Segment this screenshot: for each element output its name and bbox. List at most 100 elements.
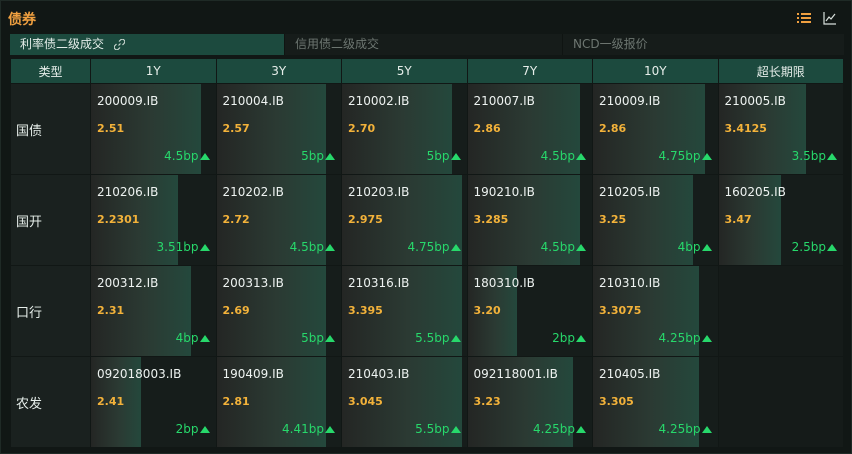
yield-change-value: 4.41bp: [282, 422, 324, 436]
yield-change: 4bp: [678, 240, 712, 254]
row-type-label: 口行: [11, 266, 90, 356]
tab-ncd-quote[interactable]: NCD一级报价: [563, 34, 844, 55]
yield-change: 4.25bp: [659, 422, 712, 436]
yield-change-value: 2.5bp: [791, 240, 826, 254]
up-arrow-icon: [701, 243, 712, 251]
yield-change-value: 4.25bp: [533, 422, 575, 436]
bond-cell[interactable]: 160205.IB 3.47 2.5bp: [718, 175, 843, 265]
row-type-label: 国开: [11, 175, 90, 265]
up-arrow-icon: [199, 152, 210, 160]
yield-change-value: 5.5bp: [415, 422, 450, 436]
bond-cell[interactable]: 210205.IB 3.25 4bp: [593, 175, 718, 265]
yield-change: 3.51bp: [157, 240, 210, 254]
bond-yield: 2.81: [222, 395, 250, 408]
bond-cell[interactable]: 210004.IB 2.57 5bp: [216, 84, 341, 174]
up-arrow-icon: [576, 334, 586, 342]
up-arrow-icon: [199, 334, 210, 342]
bond-code: 200313.IB: [222, 276, 284, 290]
yield-change: 4.5bp: [541, 240, 586, 254]
tab-credit-bond[interactable]: 信用债二级成交: [285, 34, 563, 55]
yield-change: 2.5bp: [792, 240, 837, 254]
tab-rate-bond[interactable]: 利率债二级成交: [10, 34, 285, 55]
bond-code: 210009.IB: [599, 94, 661, 108]
bond-cell[interactable]: 200313.IB 2.69 5bp: [216, 266, 341, 356]
bond-code: 210405.IB: [599, 367, 661, 381]
column-header: 超长期限: [718, 59, 843, 83]
up-arrow-icon: [701, 425, 712, 433]
up-arrow-icon: [827, 243, 837, 251]
table-header-row: 类型 1Y 3Y 5Y 7Y 10Y 超长期限: [11, 59, 843, 83]
bond-cell[interactable]: 200312.IB 2.31 4bp: [91, 266, 216, 356]
bond-yield: 2.70: [348, 122, 376, 135]
bond-yield: 3.305: [599, 395, 634, 408]
yield-change-value: 5bp: [301, 331, 324, 345]
up-arrow-icon: [325, 152, 335, 160]
bond-code: 210310.IB: [599, 276, 661, 290]
bond-cell[interactable]: 210203.IB 2.975 4.75bp: [342, 175, 467, 265]
column-header: 3Y: [216, 59, 341, 83]
bond-yield: 3.3075: [599, 304, 642, 317]
table-row: 农发 092018003.IB 2.41 2bp 190409.IB 2.81 4.41bp…: [11, 357, 843, 447]
up-arrow-icon: [576, 152, 586, 160]
table-row: 国开 210206.IB 2.2301 3.51bp 210202.IB 2.72 4.5b…: [11, 175, 843, 265]
bond-cell[interactable]: 210403.IB 3.045 5.5bp: [342, 357, 467, 447]
bond-panel: 债券 利率债二级成交 信用债二级成交 NCD一级报价 类型 1Y 3Y 5Y 7…: [0, 0, 852, 454]
bond-cell[interactable]: 210405.IB 3.305 4.25bp: [593, 357, 718, 447]
bond-cell[interactable]: 210005.IB 3.4125 3.5bp: [718, 84, 843, 174]
yield-change: 3.5bp: [792, 149, 837, 163]
bond-cell[interactable]: 210310.IB 3.3075 4.25bp: [593, 266, 718, 356]
bond-cell[interactable]: 210206.IB 2.2301 3.51bp: [91, 175, 216, 265]
row-type-label: 国债: [11, 84, 90, 174]
bond-cell[interactable]: 190210.IB 3.285 4.5bp: [467, 175, 592, 265]
yield-change: 5bp: [427, 149, 461, 163]
yield-change: 2bp: [176, 422, 210, 436]
bond-yield: 2.31: [97, 304, 125, 317]
bond-cell[interactable]: 092018003.IB 2.41 2bp: [91, 357, 216, 447]
yield-change: 5.5bp: [415, 331, 461, 345]
bond-cell[interactable]: 210007.IB 2.86 4.5bp: [467, 84, 592, 174]
bond-yield: 2.2301: [97, 213, 140, 226]
yield-change: 4.75bp: [408, 240, 461, 254]
bond-yield: 3.47: [724, 213, 752, 226]
yield-change: 2bp: [552, 331, 586, 345]
up-arrow-icon: [450, 425, 461, 433]
bond-code: 092118001.IB: [473, 367, 558, 381]
bond-cell[interactable]: 180310.IB 3.20 2bp: [467, 266, 592, 356]
bond-yield: 2.41: [97, 395, 125, 408]
list-icon[interactable]: [797, 11, 811, 25]
yield-change-value: 4.75bp: [658, 149, 701, 163]
bond-code: 190210.IB: [473, 185, 535, 199]
bond-cell[interactable]: 210316.IB 3.395 5.5bp: [342, 266, 467, 356]
yield-change: 4.5bp: [164, 149, 210, 163]
bond-yield: 2.69: [222, 304, 250, 317]
yield-change: 4.41bp: [282, 422, 335, 436]
bond-yield: 2.86: [599, 122, 627, 135]
bond-cell[interactable]: 092118001.IB 3.23 4.25bp: [467, 357, 592, 447]
bond-code: 160205.IB: [724, 185, 786, 199]
column-header: 1Y: [91, 59, 216, 83]
panel-toolbar: [797, 11, 837, 25]
yield-change-value: 4.5bp: [540, 149, 575, 163]
bond-cell[interactable]: 200009.IB 2.51 4.5bp: [91, 84, 216, 174]
bond-yield: 3.045: [348, 395, 383, 408]
bond-cell[interactable]: 210002.IB 2.70 5bp: [342, 84, 467, 174]
yield-change-value: 4.5bp: [289, 240, 324, 254]
yield-change-value: 4bp: [175, 331, 199, 345]
yield-change-value: 4bp: [677, 240, 701, 254]
bond-yield: 2.51: [97, 122, 125, 135]
up-arrow-icon: [576, 243, 586, 251]
bond-cell[interactable]: 210009.IB 2.86 4.75bp: [593, 84, 718, 174]
empty-cell: [718, 266, 843, 356]
bond-code: 092018003.IB: [97, 367, 182, 381]
up-arrow-icon: [576, 425, 586, 433]
bond-code: 190409.IB: [222, 367, 284, 381]
up-arrow-icon: [325, 334, 335, 342]
yield-change-value: 5.5bp: [415, 331, 450, 345]
bond-cell[interactable]: 190409.IB 2.81 4.41bp: [216, 357, 341, 447]
line-chart-icon[interactable]: [823, 11, 837, 25]
yield-change-value: 4.5bp: [540, 240, 575, 254]
yield-change: 4.75bp: [659, 149, 712, 163]
yield-change: 5bp: [301, 331, 335, 345]
bond-cell[interactable]: 210202.IB 2.72 4.5bp: [216, 175, 341, 265]
column-header: 7Y: [467, 59, 592, 83]
